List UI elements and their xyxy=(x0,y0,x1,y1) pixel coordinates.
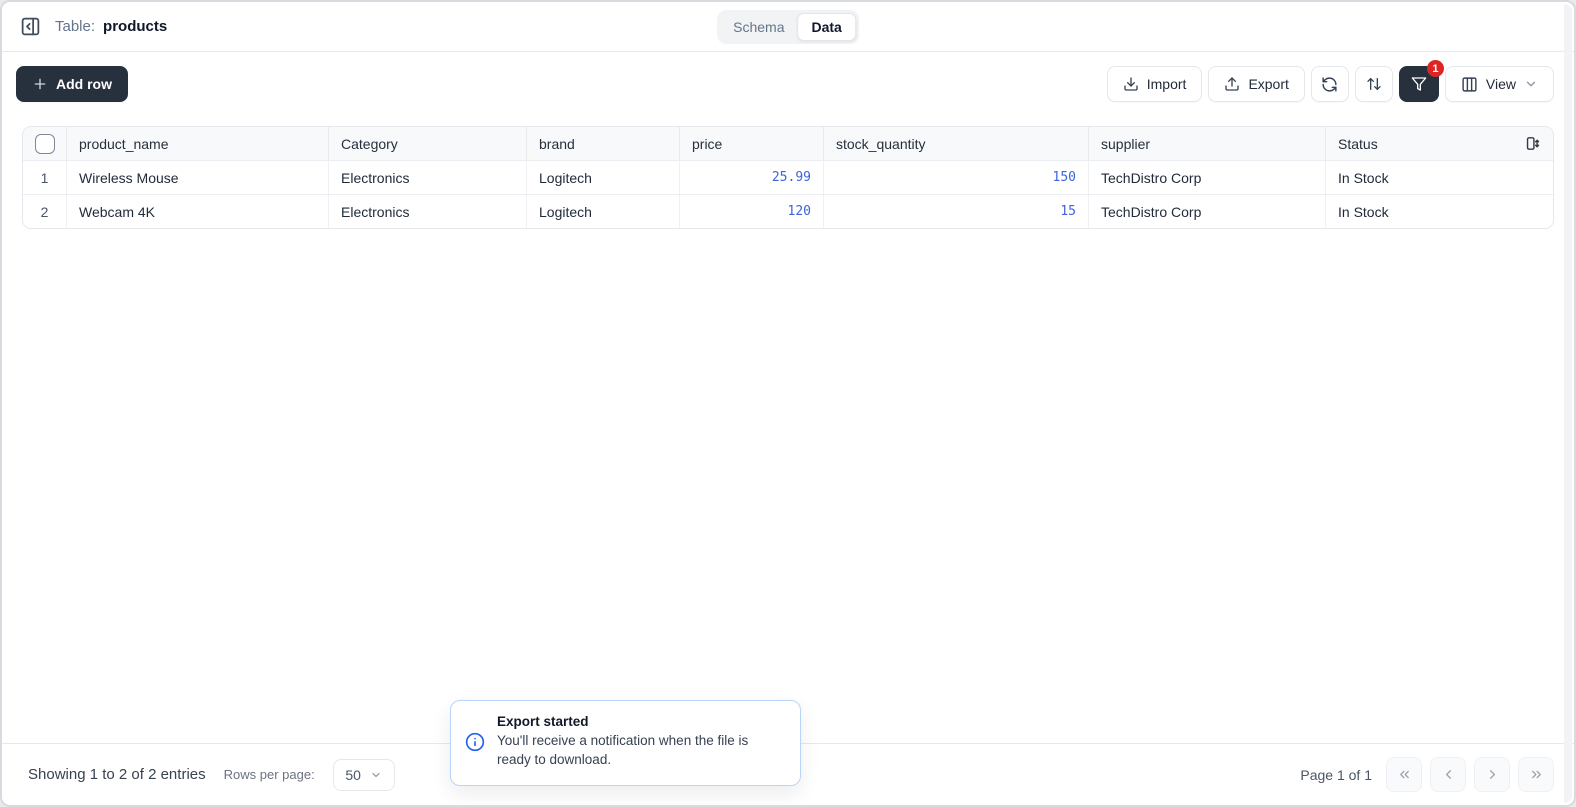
panel-left-collapse-icon xyxy=(20,16,41,37)
sidebar-toggle-button[interactable] xyxy=(20,16,41,37)
export-label: Export xyxy=(1248,76,1289,92)
cell-stock-quantity[interactable]: 15 xyxy=(824,195,1089,228)
table-row[interactable]: 2 Webcam 4K Electronics Logitech 120 15 … xyxy=(23,194,1553,228)
row-number: 2 xyxy=(23,195,67,228)
row-number: 1 xyxy=(23,161,67,194)
vertical-scrollbar[interactable] xyxy=(1564,4,1572,803)
filter-count-badge: 1 xyxy=(1426,60,1444,77)
table-row[interactable]: 1 Wireless Mouse Electronics Logitech 25… xyxy=(23,160,1553,194)
toast-message: You'll receive a notification when the f… xyxy=(497,733,749,767)
rows-per-page-select[interactable]: 50 xyxy=(332,758,395,791)
export-button[interactable]: Export xyxy=(1208,66,1305,102)
select-all-checkbox[interactable] xyxy=(34,133,55,154)
export-toast: Export started You'll receive a notifica… xyxy=(450,700,801,786)
cell-category[interactable]: Electronics xyxy=(329,195,527,228)
cell-supplier[interactable]: TechDistro Corp xyxy=(1089,195,1326,228)
table-header-row: product_name Category brand price stock_… xyxy=(23,127,1553,160)
row-height-icon[interactable] xyxy=(1524,135,1541,152)
column-header-status[interactable]: Status xyxy=(1326,127,1553,160)
view-button[interactable]: View xyxy=(1444,66,1554,102)
toolbar: Add row Import Export 1 View xyxy=(2,52,1574,112)
refresh-button[interactable] xyxy=(1310,66,1349,102)
cell-brand[interactable]: Logitech xyxy=(527,195,680,228)
footer-right: Page 1 of 1 xyxy=(1300,757,1554,792)
footer-left: Showing 1 to 2 of 2 entries Rows per pag… xyxy=(28,758,395,791)
cell-category[interactable]: Electronics xyxy=(329,161,527,194)
select-all-cell xyxy=(23,127,67,160)
chevrons-right-icon xyxy=(1529,767,1544,782)
add-row-label: Add row xyxy=(56,76,112,92)
column-header-stock-quantity[interactable]: stock_quantity xyxy=(824,127,1089,160)
status-header-label: Status xyxy=(1338,135,1378,152)
plus-icon xyxy=(32,76,48,92)
cell-stock-quantity[interactable]: 150 xyxy=(824,161,1089,194)
rows-per-page-value: 50 xyxy=(345,766,361,783)
previous-page-button[interactable] xyxy=(1430,757,1466,792)
column-header-brand[interactable]: brand xyxy=(527,127,680,160)
chevron-left-icon xyxy=(1441,767,1456,782)
cell-price[interactable]: 25.99 xyxy=(680,161,824,194)
chevrons-left-icon xyxy=(1397,767,1412,782)
chevron-right-icon xyxy=(1485,767,1500,782)
cell-status[interactable]: In Stock xyxy=(1326,161,1553,194)
top-bar: Table: products Schema Data xyxy=(2,2,1574,52)
table-name: products xyxy=(103,18,168,35)
sort-button[interactable] xyxy=(1354,66,1393,102)
data-table: product_name Category brand price stock_… xyxy=(22,126,1554,229)
chevron-down-icon xyxy=(370,769,382,781)
tab-data[interactable]: Data xyxy=(797,12,856,41)
arrow-up-down-icon xyxy=(1366,76,1382,92)
filter-button[interactable]: 1 xyxy=(1398,60,1444,102)
app-window: Table: products Schema Data Add row Impo… xyxy=(0,0,1576,807)
entries-summary: Showing 1 to 2 of 2 entries xyxy=(28,766,206,783)
cell-supplier[interactable]: TechDistro Corp xyxy=(1089,161,1326,194)
view-label: View xyxy=(1485,76,1516,92)
import-button[interactable]: Import xyxy=(1106,66,1203,102)
cell-price[interactable]: 120 xyxy=(680,195,824,228)
tab-schema[interactable]: Schema xyxy=(720,14,797,40)
columns-icon xyxy=(1461,76,1478,93)
page-indicator: Page 1 of 1 xyxy=(1300,766,1372,783)
cell-product-name[interactable]: Webcam 4K xyxy=(67,195,329,228)
column-header-category[interactable]: Category xyxy=(329,127,527,160)
add-row-button[interactable]: Add row xyxy=(16,66,128,102)
rows-per-page-label: Rows per page: xyxy=(223,767,315,782)
last-page-button[interactable] xyxy=(1518,757,1554,792)
refresh-icon xyxy=(1321,76,1338,93)
cell-brand[interactable]: Logitech xyxy=(527,161,680,194)
next-page-button[interactable] xyxy=(1474,757,1510,792)
download-icon xyxy=(1123,76,1139,92)
table-label: Table: xyxy=(55,18,96,35)
first-page-button[interactable] xyxy=(1386,757,1422,792)
pagination-controls xyxy=(1386,757,1554,792)
cell-status[interactable]: In Stock xyxy=(1326,195,1553,228)
chevron-down-icon xyxy=(1524,77,1538,91)
cell-product-name[interactable]: Wireless Mouse xyxy=(67,161,329,194)
toast-title: Export started xyxy=(497,714,589,729)
funnel-icon xyxy=(1411,76,1427,92)
upload-icon xyxy=(1224,76,1240,92)
toast-content: Export started You'll receive a notifica… xyxy=(497,714,784,770)
column-header-supplier[interactable]: supplier xyxy=(1089,127,1326,160)
import-label: Import xyxy=(1146,76,1187,92)
info-circle-icon xyxy=(465,732,485,752)
toolbar-right-group: Import Export 1 View xyxy=(1106,60,1554,102)
column-header-product-name[interactable]: product_name xyxy=(67,127,329,160)
schema-data-tab-group: Schema Data xyxy=(717,9,859,44)
column-header-price[interactable]: price xyxy=(680,127,824,160)
